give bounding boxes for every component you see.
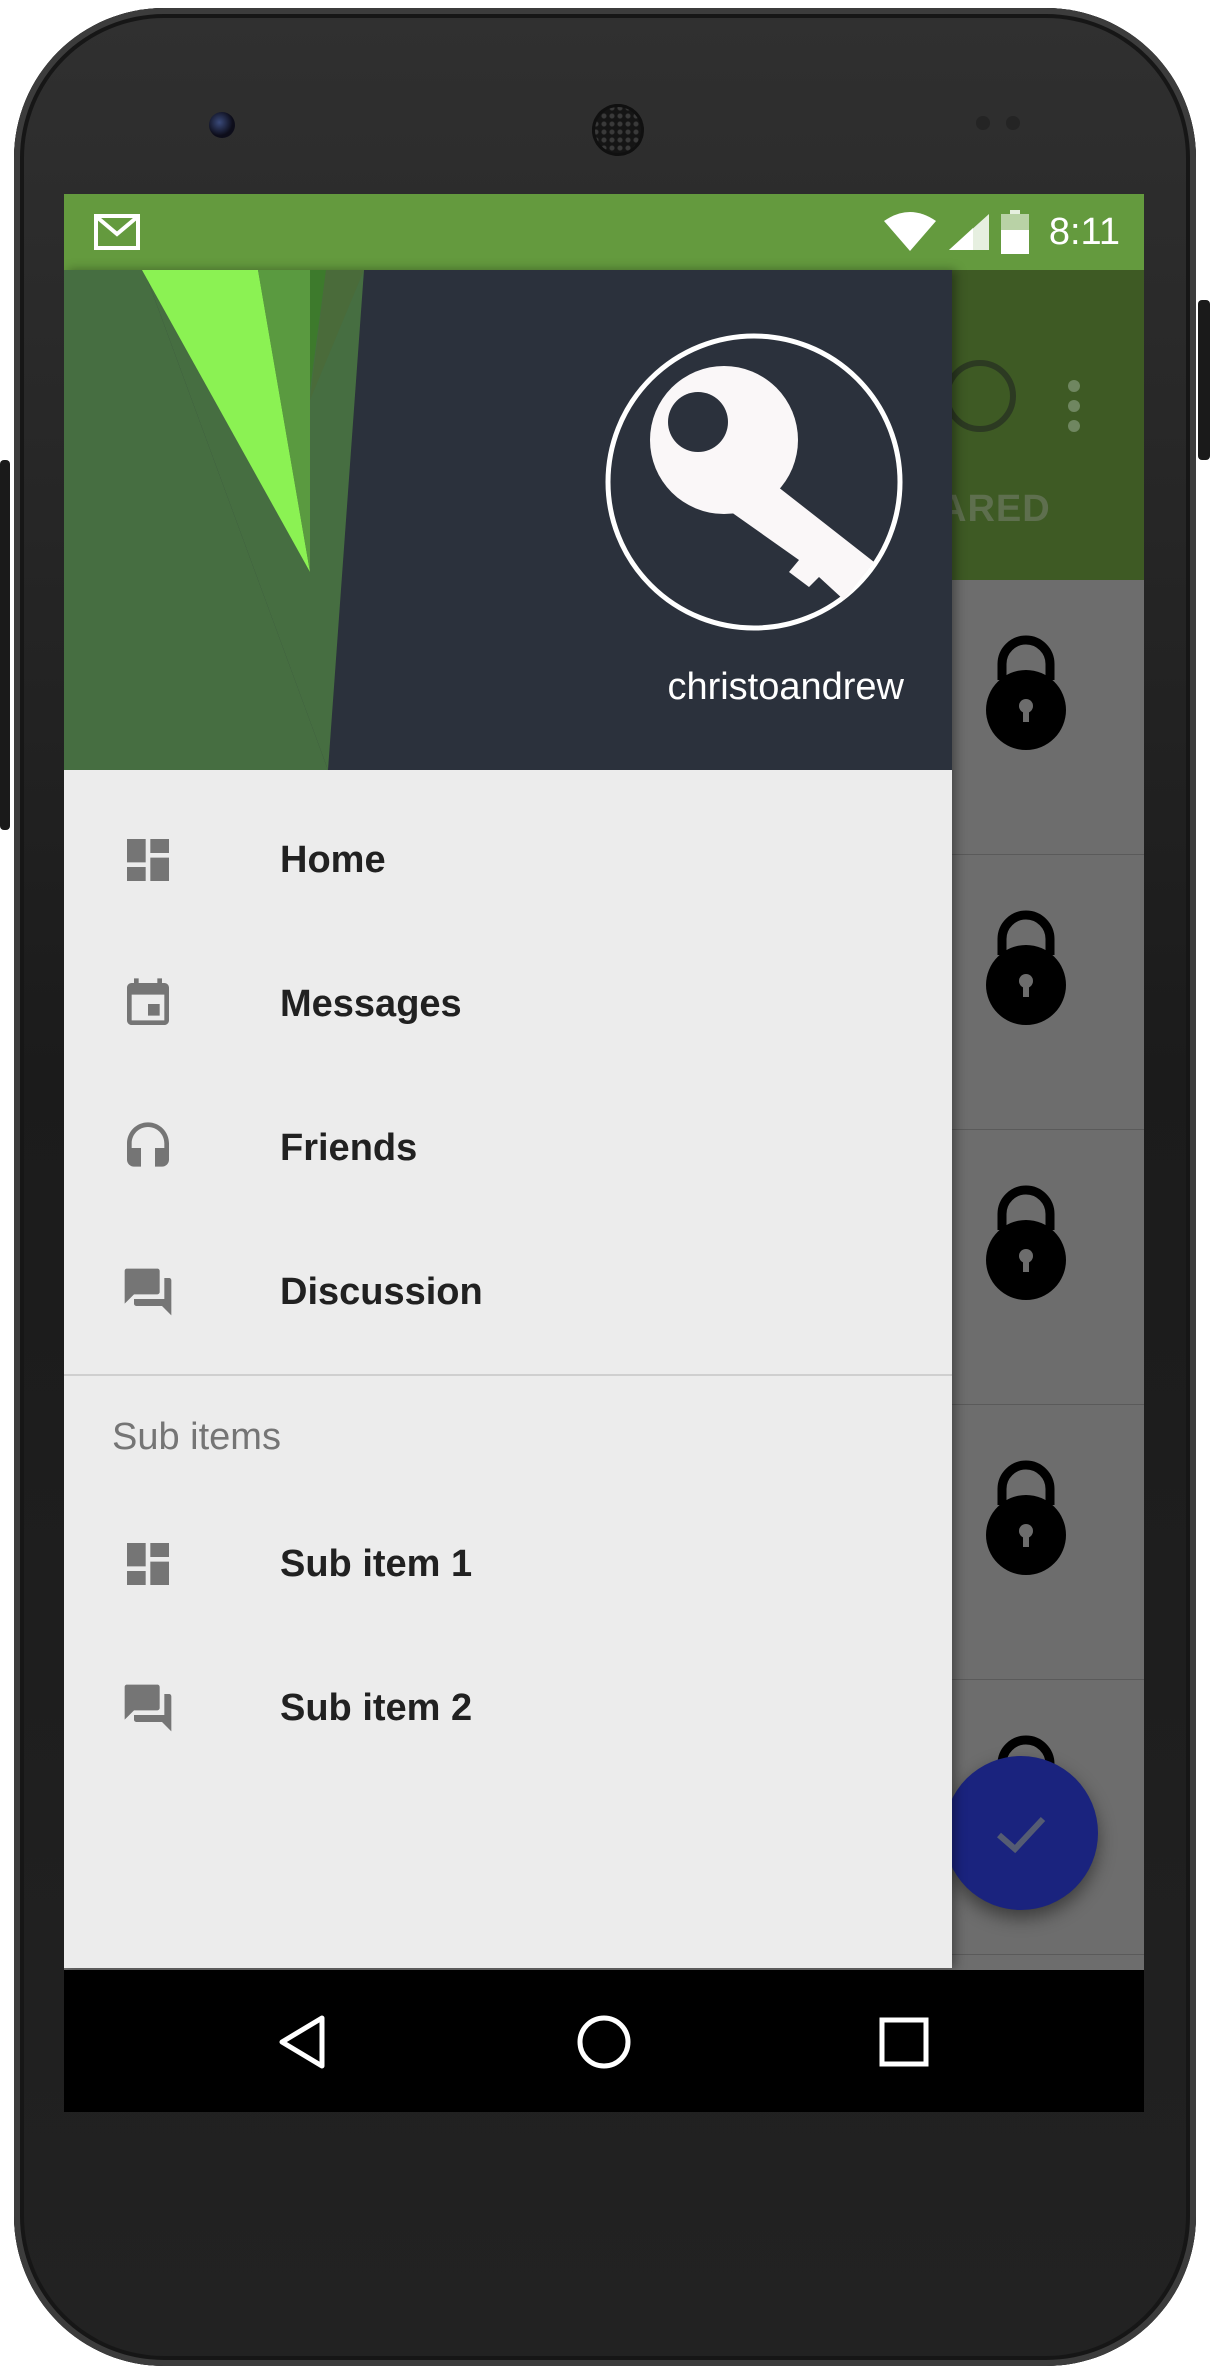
dashboard-icon (118, 830, 178, 890)
menu-item-messages[interactable]: Messages (64, 932, 952, 1076)
menu-item-label: Messages (280, 982, 462, 1025)
back-icon[interactable] (274, 2012, 334, 2072)
menu-item-sub-item-1[interactable]: Sub item 1 (64, 1492, 952, 1636)
tab-shared[interactable]: ARED (939, 488, 1051, 531)
menu-item-label: Home (280, 838, 386, 881)
clock: 8:11 (1048, 210, 1120, 253)
front-camera (209, 112, 235, 138)
menu-divider (64, 1374, 952, 1376)
dashboard-icon (118, 1534, 178, 1594)
toolbar-avatar[interactable] (944, 360, 1016, 432)
menu-item-label: Friends (280, 1126, 418, 1169)
signal-icon (948, 214, 989, 250)
earpiece-speaker (592, 104, 644, 156)
lock-icon (986, 1460, 1066, 1575)
forum-icon (118, 1262, 178, 1322)
light-sensor (1006, 116, 1020, 130)
sub-items-header: Sub items (112, 1415, 281, 1458)
calendar-icon (118, 974, 178, 1034)
lock-icon (986, 1185, 1066, 1300)
lock-icon (986, 635, 1066, 750)
menu-item-sub-item-2[interactable]: Sub item 2 (64, 1636, 952, 1780)
menu-item-label: Sub item 1 (280, 1542, 473, 1585)
headset-icon (118, 1118, 178, 1178)
status-bar: 8:11 (64, 194, 1144, 270)
drawer-menu: Home Messages Friends Discussion Sub ite… (64, 770, 952, 1780)
power-button (1198, 300, 1210, 460)
home-icon[interactable] (574, 2012, 634, 2072)
volume-button (0, 460, 10, 830)
device-screen: 8:11 ARED christoandrew Home Messages Fr… (64, 194, 1144, 2112)
menu-item-friends[interactable]: Friends (64, 1076, 952, 1220)
menu-item-label: Sub item 2 (280, 1686, 473, 1729)
drawer-header: christoandrew (64, 270, 952, 770)
battery-icon (1000, 210, 1029, 254)
gmail-icon (94, 214, 140, 250)
fab-confirm-button[interactable] (944, 1756, 1098, 1910)
recents-icon[interactable] (874, 2012, 934, 2072)
menu-item-discussion[interactable]: Discussion (64, 1220, 952, 1364)
key-icon[interactable] (604, 332, 904, 632)
proximity-sensor (976, 116, 990, 130)
system-navigation-bar (64, 1970, 1144, 2112)
status-icons: 8:11 (883, 206, 1120, 258)
account-username[interactable]: christoandrew (667, 666, 904, 709)
navigation-drawer: christoandrew Home Messages Friends Disc… (64, 270, 952, 1968)
wifi-icon (883, 212, 936, 251)
forum-icon (118, 1678, 178, 1738)
overflow-menu-icon[interactable] (1068, 380, 1080, 432)
menu-item-home[interactable]: Home (64, 788, 952, 932)
menu-item-label: Discussion (280, 1270, 483, 1313)
check-icon (997, 1816, 1046, 1854)
lock-icon (986, 910, 1066, 1025)
